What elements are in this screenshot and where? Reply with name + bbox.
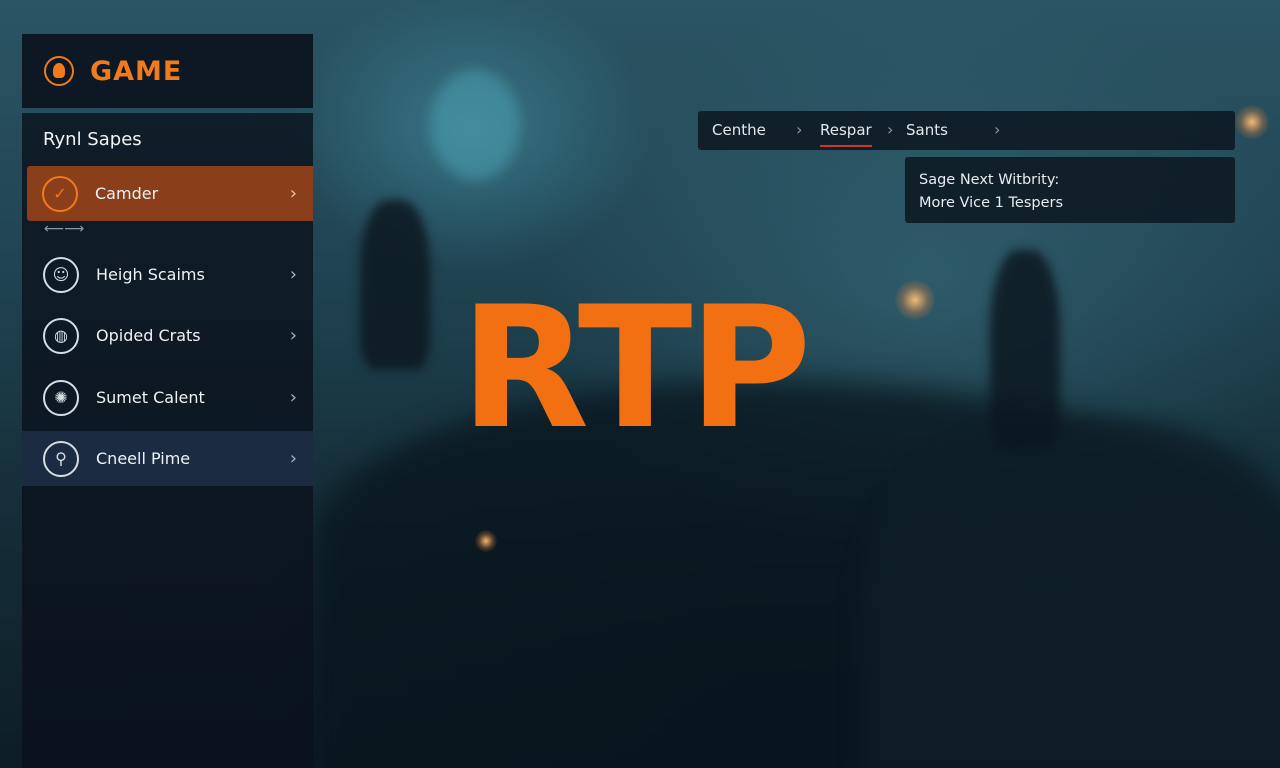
sidebar-title: Rynl Sapes — [43, 129, 142, 150]
chevron-right-icon: › — [887, 120, 894, 139]
chevron-right-icon: › — [289, 387, 297, 408]
chevron-right-icon: › — [289, 448, 297, 469]
arrow-divider-icon: ⟵⟶ — [44, 221, 85, 237]
sidebar-item-camder[interactable]: ✓ Camder › — [27, 166, 313, 221]
background-hill-right — [860, 420, 1280, 768]
sidebar-item-label: Cneell Pime — [96, 449, 191, 468]
chevron-right-icon: › — [289, 264, 297, 285]
breadcrumb: Centhe › Respar › Sants › — [698, 111, 1235, 150]
sidebar: Rynl Sapes ✓ Camder › ⟵⟶ ☺ Heigh Scaims … — [22, 113, 313, 768]
logo-icon — [44, 56, 74, 86]
warrior-silhouette-left — [360, 200, 430, 370]
sidebar-item-label: Heigh Scaims — [96, 265, 205, 284]
sidebar-item-label: Opided Crats — [96, 326, 201, 345]
chevron-right-icon: › — [289, 325, 297, 346]
info-panel: Sage Next Witbrity: More Vice 1 Tespers — [905, 157, 1235, 223]
globe-icon: ◍ — [43, 317, 79, 354]
checkmark-icon: ✓ — [42, 175, 78, 212]
sidebar-item-label: Sumet Calent — [96, 388, 205, 407]
sidebar-item-sumet-calent[interactable]: ✺ Sumet Calent › — [22, 370, 313, 425]
sidebar-item-cneell-pime[interactable]: ⚲ Cneell Pime › — [22, 431, 313, 486]
sidebar-item-label: Camder — [95, 184, 159, 203]
info-line: More Vice 1 Tespers — [919, 195, 1064, 211]
logo-text: GAME — [90, 55, 183, 87]
warrior-silhouette-right — [990, 250, 1060, 450]
chevron-right-icon: › — [994, 120, 1001, 139]
sidebar-header: GAME — [22, 34, 313, 108]
microphone-icon: ⚲ — [43, 440, 79, 477]
hero-title: RTP — [460, 270, 812, 466]
info-line: Sage Next Witbrity: — [919, 172, 1060, 188]
head-profile-icon: ☺ — [43, 256, 79, 293]
chevron-right-icon: › — [796, 120, 803, 139]
spark-glow — [1235, 105, 1269, 139]
moon-glow — [430, 70, 520, 180]
brain-icon: ✺ — [43, 379, 79, 416]
spark-glow — [895, 280, 935, 320]
sidebar-item-heigh-scaims[interactable]: ☺ Heigh Scaims › — [22, 247, 313, 302]
sidebar-item-opided-crats[interactable]: ◍ Opided Crats › — [22, 308, 313, 363]
breadcrumb-item-sants[interactable]: Sants — [906, 121, 948, 139]
ember-glow — [475, 530, 497, 552]
breadcrumb-item-centhe[interactable]: Centhe — [712, 121, 766, 139]
breadcrumb-item-respar[interactable]: Respar — [820, 121, 872, 147]
chevron-right-icon: › — [289, 183, 297, 204]
